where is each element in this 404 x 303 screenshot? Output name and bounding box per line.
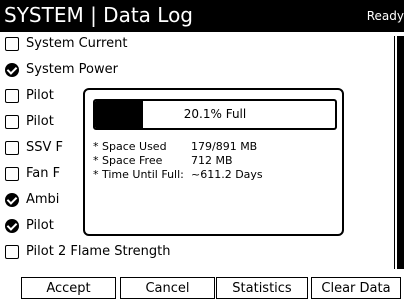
space-free-row: * Space Free 712 MB (93, 154, 263, 168)
checkbox[interactable] (5, 245, 19, 259)
list-item-label: Pilot (26, 114, 54, 129)
checkbox[interactable] (5, 63, 19, 77)
space-free-label: * Space Free (93, 154, 163, 167)
space-used-label: * Space Used (93, 140, 167, 153)
space-used-row: * Space Used 179/891 MB (93, 140, 263, 154)
list-item[interactable]: Pilot 2 Flame Strength (0, 240, 394, 266)
time-until-full-value: ~611.2 Days (191, 168, 263, 181)
checkbox[interactable] (5, 219, 19, 233)
page-title: SYSTEM | Data Log (4, 3, 194, 27)
checkbox[interactable] (5, 89, 19, 103)
list-item-label: Ambi (26, 192, 60, 207)
storage-dialog: 20.1% Full * Space Used 179/891 MB * Spa… (83, 88, 344, 236)
space-used-value: 179/891 MB (191, 140, 258, 153)
storage-info: * Space Used 179/891 MB * Space Free 712… (93, 140, 263, 182)
checkbox[interactable] (5, 193, 19, 207)
checkbox[interactable] (5, 141, 19, 155)
cancel-button[interactable]: Cancel (120, 277, 215, 299)
list-item-label: System Current (26, 36, 128, 51)
scrollbar[interactable] (394, 36, 404, 269)
time-until-full-label: * Time Until Full: (93, 168, 184, 181)
checkbox[interactable] (5, 167, 19, 181)
accept-button[interactable]: Accept (21, 277, 116, 299)
list-item-label: SSV F (26, 140, 64, 155)
header-bar: SYSTEM | Data Log Ready (0, 0, 404, 32)
storage-progress-bar: 20.1% Full (93, 99, 337, 130)
time-until-full-row: * Time Until Full: ~611.2 Days (93, 168, 263, 182)
list-item-label: Pilot 2 Flame Strength (26, 244, 171, 259)
status-text: Ready (366, 9, 404, 23)
progress-label: 20.1% Full (183, 107, 247, 121)
checkbox[interactable] (5, 37, 19, 51)
list-item-label: Pilot (26, 88, 54, 103)
list-item-label: Fan F (26, 166, 61, 181)
statistics-button[interactable]: Statistics (216, 277, 308, 299)
list-item-label: Pilot (26, 218, 54, 233)
list-item-label: System Power (26, 62, 118, 77)
list-item[interactable]: System Current (0, 32, 394, 58)
checkbox[interactable] (5, 115, 19, 129)
list-item[interactable]: System Power (0, 58, 394, 84)
button-bar: Accept Cancel Statistics Clear Data (0, 277, 404, 299)
clear-data-button[interactable]: Clear Data (311, 277, 401, 299)
space-free-value: 712 MB (191, 154, 233, 167)
scrollbar-thumb[interactable] (397, 36, 404, 269)
